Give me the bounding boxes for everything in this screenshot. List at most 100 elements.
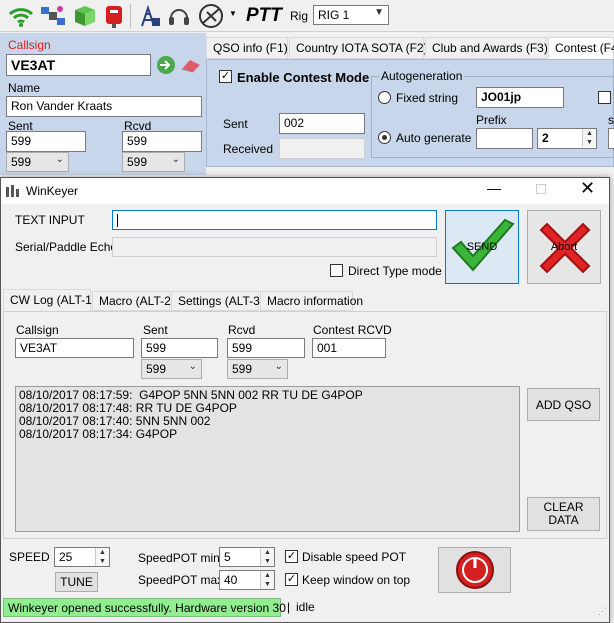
spinner-arrows-icon[interactable]: ▲ ▼ <box>95 548 109 566</box>
text-input-field[interactable] <box>112 210 437 230</box>
status-state: idle <box>296 600 315 614</box>
disable-pot-label: Disable speed POT <box>302 550 407 564</box>
tab-qso-info[interactable]: QSO info (F1) <box>206 37 288 59</box>
direct-type-label: Direct Type mode <box>348 264 442 278</box>
enable-contest-checkbox[interactable]: ✓ <box>219 70 232 83</box>
rcvd-input[interactable]: 599 <box>122 131 202 152</box>
resize-grip-icon[interactable]: ⋰ <box>598 606 607 617</box>
power-icon <box>455 551 494 589</box>
minimize-icon[interactable]: — <box>487 180 501 196</box>
enable-contest-label: Enable Contest Mode <box>237 70 370 85</box>
auto-generate-label: Auto generate <box>396 131 472 145</box>
tune-button[interactable]: TUNE <box>55 572 98 592</box>
log-rcvd-input[interactable]: 599 <box>227 338 305 358</box>
disable-pot-checkbox[interactable]: ✓ <box>285 550 298 563</box>
maximize-icon[interactable] <box>536 184 546 194</box>
name-input[interactable]: Ron Vander Kraats <box>6 96 202 117</box>
tab-settings[interactable]: Settings (ALT-3) <box>171 291 264 311</box>
tab-country-iota-sota[interactable]: Country IOTA SOTA (F2) <box>289 37 428 59</box>
toolbar: ▼ PTT Rig RIG 1 ▼ <box>0 0 614 32</box>
log-callsign-input[interactable]: VE3AT <box>15 338 134 358</box>
sent-input[interactable]: 599 <box>6 131 86 152</box>
contest-sent-label: Sent <box>223 117 248 131</box>
prefix-input[interactable] <box>476 128 533 149</box>
spinner-arrows-icon[interactable]: ▲ ▼ <box>260 571 274 589</box>
prefix-label: Prefix <box>476 113 507 127</box>
speed-label: SPEED <box>9 550 50 564</box>
dish-icon[interactable] <box>198 3 226 32</box>
speed-spinner[interactable]: 25 ▲ ▼ <box>54 547 110 567</box>
echo-label: Serial/Paddle Echo <box>15 240 118 254</box>
wifi-icon[interactable] <box>8 4 34 31</box>
tab-cw-log[interactable]: CW Log (ALT-1) <box>3 289 96 312</box>
suffix-input[interactable] <box>608 128 614 149</box>
winkeyer-title: WinKeyer <box>26 184 79 198</box>
keep-top-checkbox[interactable]: ✓ <box>285 573 298 586</box>
spinner-arrows-icon[interactable]: ▲ ▼ <box>260 548 274 566</box>
log-sent-input[interactable]: 599 <box>141 338 218 358</box>
tab-club-awards[interactable]: Club and Awards (F3) <box>425 37 548 59</box>
fixed-string-label: Fixed string <box>396 91 459 105</box>
rig-label: Rig <box>290 9 309 23</box>
tab-macro-information[interactable]: Macro information <box>260 291 363 311</box>
power-button[interactable] <box>438 547 511 593</box>
pot-min-spinner[interactable]: 5 ▲ ▼ <box>219 547 275 567</box>
chevron-down-icon: ⌄ <box>274 361 283 372</box>
text-input-label: TEXT INPUT <box>15 213 85 227</box>
log-sent-label: Sent <box>143 323 168 337</box>
echo-field <box>112 237 437 257</box>
antenna-tower-icon[interactable] <box>138 4 162 31</box>
auto-generate-radio[interactable] <box>378 131 391 144</box>
fixed-string-radio[interactable] <box>378 91 391 104</box>
log-rcvd-select[interactable]: 599 ⌄ <box>227 359 288 379</box>
book-icon[interactable] <box>72 4 98 31</box>
tab-macro[interactable]: Macro (ALT-2) <box>92 291 175 311</box>
log-contest-label: Contest RCVD <box>313 323 392 337</box>
contest-received-input[interactable] <box>279 138 365 159</box>
direct-type-checkbox[interactable] <box>330 264 343 277</box>
status-message: Winkeyer opened successfully. Hardware v… <box>3 598 286 617</box>
autogeneration-label: Autogeneration <box>379 69 465 83</box>
suffix-label: s <box>608 113 614 127</box>
chevron-down-icon: ⌄ <box>188 361 197 372</box>
rcvd-select[interactable]: 599 ⌄ <box>122 152 185 172</box>
rig-select[interactable]: RIG 1 ▼ <box>313 5 389 25</box>
add-qso-button[interactable]: ADD QSO <box>527 388 600 421</box>
pot-max-label: SpeedPOT max <box>138 573 224 587</box>
headset-icon[interactable] <box>168 4 190 31</box>
mailbox-icon[interactable] <box>104 4 124 31</box>
list-item[interactable]: 08/10/2017 08:17:34: G4POP <box>19 428 516 441</box>
start-number-spinner[interactable]: 2 ▲ ▼ <box>537 128 597 149</box>
keep-top-label: Keep window on top <box>302 573 411 587</box>
pot-min-label: SpeedPOT min <box>138 551 220 565</box>
extra-checkbox[interactable] <box>598 91 611 104</box>
status-separator: | <box>287 600 291 614</box>
sent-select[interactable]: 599 ⌄ <box>6 152 69 172</box>
lookup-icon[interactable] <box>155 55 177 78</box>
callsign-input[interactable]: VE3AT <box>6 54 151 76</box>
winkeyer-titlebar[interactable] <box>1 178 609 204</box>
tab-contest[interactable]: Contest (F4 <box>548 37 614 59</box>
abort-button[interactable]: Abort <box>527 210 601 284</box>
close-icon[interactable]: ✕ <box>580 178 595 199</box>
clear-data-button[interactable]: CLEAR DATA <box>527 497 600 531</box>
ptt-button[interactable]: PTT <box>246 5 282 27</box>
fixed-string-input[interactable]: JO01jp <box>476 87 564 108</box>
log-rcvd-label: Rcvd <box>228 323 256 337</box>
chevron-down-icon: ⌄ <box>171 154 180 165</box>
spinner-arrows-icon[interactable]: ▲ ▼ <box>582 129 596 147</box>
chevron-down-icon[interactable]: ▼ <box>229 9 237 18</box>
satellite-icon[interactable] <box>40 4 66 31</box>
log-sent-select[interactable]: 599 ⌄ <box>141 359 202 379</box>
log-contest-input[interactable]: 001 <box>312 338 386 358</box>
contest-received-label: Received <box>223 142 274 156</box>
contest-sent-input[interactable]: 002 <box>279 113 365 134</box>
log-callsign-label: Callsign <box>16 323 59 337</box>
pot-max-spinner[interactable]: 40 ▲ ▼ <box>219 570 275 590</box>
callsign-label: Callsign <box>8 38 51 52</box>
chevron-down-icon: ▼ <box>374 7 384 18</box>
eraser-icon[interactable] <box>180 57 202 76</box>
send-button[interactable]: SEND <box>445 210 519 284</box>
chevron-down-icon: ⌄ <box>55 154 64 165</box>
cw-log-list[interactable]: 08/10/2017 08:17:59: G4POP 5NN 5NN 002 R… <box>15 386 520 532</box>
